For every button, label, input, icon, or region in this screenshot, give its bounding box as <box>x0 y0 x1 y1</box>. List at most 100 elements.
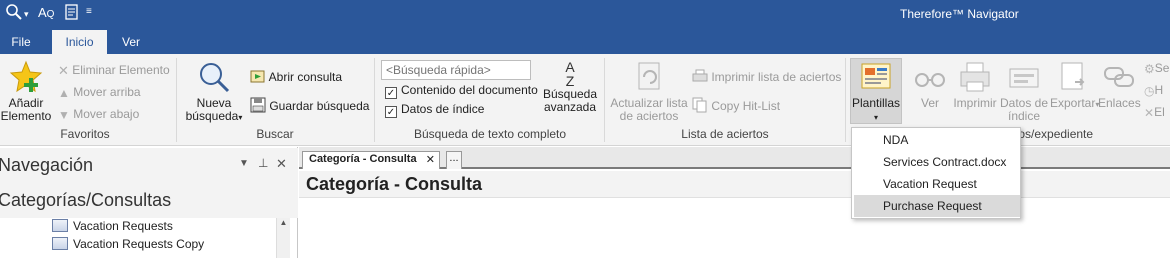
index-card-icon <box>1007 60 1041 97</box>
chevron-down-icon[interactable]: ▾ <box>24 9 29 20</box>
add-item-button[interactable]: Añadir Elemento <box>0 60 52 123</box>
quick-search-input[interactable] <box>381 60 531 80</box>
template-item-services-contract[interactable]: Services Contract.docx <box>854 151 1020 173</box>
arrow-down-icon: ▼ <box>58 107 70 122</box>
printer-icon <box>958 60 992 97</box>
template-item-nda[interactable]: NDA <box>854 129 1020 151</box>
glasses-icon <box>913 60 947 97</box>
delete-icon: ✕ <box>1144 105 1155 120</box>
content-checkbox[interactable]: ✓ Contenido del documento <box>385 83 538 99</box>
links-label: Enlaces <box>1098 96 1141 110</box>
arrow-up-icon[interactable]: ▲ <box>280 218 288 227</box>
refresh-hitlist-button[interactable]: Actualizar lista de aciertos <box>609 60 689 123</box>
truncated-button-1[interactable]: ⚙Se <box>1144 60 1169 77</box>
more-tabs-button[interactable]: ... <box>446 151 462 169</box>
links-button[interactable]: Enlaces <box>1098 60 1141 110</box>
group-label-fulltext: Búsqueda de texto completo <box>413 127 567 141</box>
remove-item-button[interactable]: ✕ Eliminar Elemento <box>58 62 170 79</box>
scrollbar[interactable]: ▲ <box>276 218 290 258</box>
document-list-icon[interactable] <box>64 3 80 27</box>
categories-title: Categorías/Consultas <box>0 190 172 210</box>
print-button[interactable]: Imprimir <box>952 60 998 110</box>
view-button[interactable]: Ver <box>910 60 950 110</box>
app-title: Therefore™ Navigator <box>900 7 1019 21</box>
folder-icon <box>52 219 68 232</box>
truncated-label-2: H <box>1154 83 1164 97</box>
customize-toolbar-icon[interactable]: ≡ <box>86 6 92 17</box>
navigation-title: Navegación <box>0 155 94 175</box>
print-label: Imprimir <box>953 96 997 110</box>
title-bar: ▾ AQ ≡ Therefore™ Navigator <box>0 0 1170 30</box>
tab-ver[interactable]: Ver <box>112 30 150 54</box>
tree-item[interactable]: Vacation Requests Copy <box>52 237 204 251</box>
refresh-hitlist-label-2: de aciertos <box>619 109 679 123</box>
save-search-label: Guardar búsqueda <box>269 99 370 114</box>
truncated-label-3: El <box>1154 105 1165 119</box>
move-up-label: Mover arriba <box>73 85 141 99</box>
add-item-label-2: Elemento <box>0 109 52 123</box>
search-icon[interactable] <box>5 3 23 27</box>
group-label-documento: tos/expediente <box>1015 127 1094 141</box>
new-search-label-1: Nueva <box>196 96 232 110</box>
sort-az-icon: AZ <box>565 59 575 89</box>
templates-dropdown: NDA Services Contract.docx Vacation Requ… <box>851 127 1021 219</box>
delete-icon: ✕ <box>58 62 69 78</box>
clock-icon: ◷ <box>1144 83 1155 98</box>
index-data-checkbox[interactable]: ✓ Datos de índice <box>385 102 484 118</box>
arrow-up-icon: ▲ <box>58 85 70 100</box>
checkbox-checked-icon: ✓ <box>385 106 397 118</box>
copy-hitlist-label: Copy Hit-List <box>711 99 781 114</box>
document-tab[interactable]: Categoría - Consulta ✕ <box>302 151 440 169</box>
save-search-button[interactable]: Guardar búsqueda <box>250 97 369 117</box>
index-data-checkbox-label: Datos de índice <box>401 102 485 116</box>
group-separator <box>604 58 605 142</box>
copy-hitlist-button[interactable]: Copy Hit-List <box>692 97 780 117</box>
template-item-purchase-request[interactable]: Purchase Request <box>854 195 1020 217</box>
checkbox-checked-icon: ✓ <box>385 87 397 99</box>
print-hitlist-label: Imprimir lista de aciertos <box>711 70 842 85</box>
open-query-button[interactable]: Abrir consulta <box>250 68 342 88</box>
templates-button[interactable]: Plantillas ▾ <box>850 60 902 124</box>
add-item-label-1: Añadir <box>8 96 44 110</box>
export-icon <box>1057 60 1091 97</box>
new-search-button[interactable]: Nueva búsqueda▾ <box>183 60 245 124</box>
folder-icon <box>52 237 68 250</box>
refresh-hitlist-label-1: Actualizar lista <box>610 96 688 110</box>
tree-item[interactable]: Vacation Requests <box>52 219 173 233</box>
truncated-label-1: Se <box>1154 61 1170 75</box>
template-item-vacation-request[interactable]: Vacation Request <box>854 173 1020 195</box>
templates-label: Plantillas <box>851 96 901 110</box>
truncated-button-3[interactable]: ✕El <box>1144 104 1165 121</box>
chevron-down-icon[interactable]: ▼ <box>239 158 249 169</box>
spelling-search-icon[interactable]: AQ <box>38 5 54 20</box>
pin-icon[interactable]: ⊥ <box>258 156 268 170</box>
printer-icon <box>692 68 708 88</box>
move-up-button[interactable]: ▲ Mover arriba <box>58 84 141 101</box>
tab-file[interactable]: File <box>0 30 42 54</box>
index-data-label-1: Datos de <box>999 96 1049 110</box>
export-button[interactable]: Exportar▾ <box>1050 60 1099 111</box>
open-query-label: Abrir consulta <box>268 70 343 85</box>
view-label: Ver <box>920 96 939 110</box>
tab-inicio[interactable]: Inicio <box>52 30 107 56</box>
index-data-button[interactable]: Datos de índice <box>999 60 1049 123</box>
new-search-label-2: búsqueda <box>185 109 239 123</box>
remove-item-label: Eliminar Elemento <box>72 63 170 77</box>
group-label-buscar: Buscar <box>256 127 294 141</box>
gear-icon: ⚙ <box>1144 61 1155 76</box>
advanced-search-button[interactable]: AZ Búsqueda avanzada <box>540 60 600 114</box>
tree-item-label: Vacation Requests <box>73 219 173 233</box>
truncated-button-2[interactable]: ◷H <box>1144 82 1163 99</box>
print-hitlist-button[interactable]: Imprimir lista de aciertos <box>692 68 841 88</box>
tree-item-label: Vacation Requests Copy <box>73 237 205 251</box>
advanced-search-label-1: Búsqueda <box>542 87 598 101</box>
document-tab-label: Categoría - Consulta <box>309 153 417 165</box>
index-data-label-2: índice <box>1007 109 1041 123</box>
group-separator <box>374 58 375 142</box>
move-down-button[interactable]: ▼ Mover abajo <box>58 106 139 123</box>
ribbon-tabs: File Inicio Ver <box>0 30 1170 56</box>
close-icon[interactable]: ✕ <box>276 156 287 172</box>
close-icon[interactable]: ✕ <box>426 153 435 166</box>
export-label: Exportar <box>1050 96 1096 110</box>
group-label-hitlist: Lista de aciertos <box>681 127 769 141</box>
